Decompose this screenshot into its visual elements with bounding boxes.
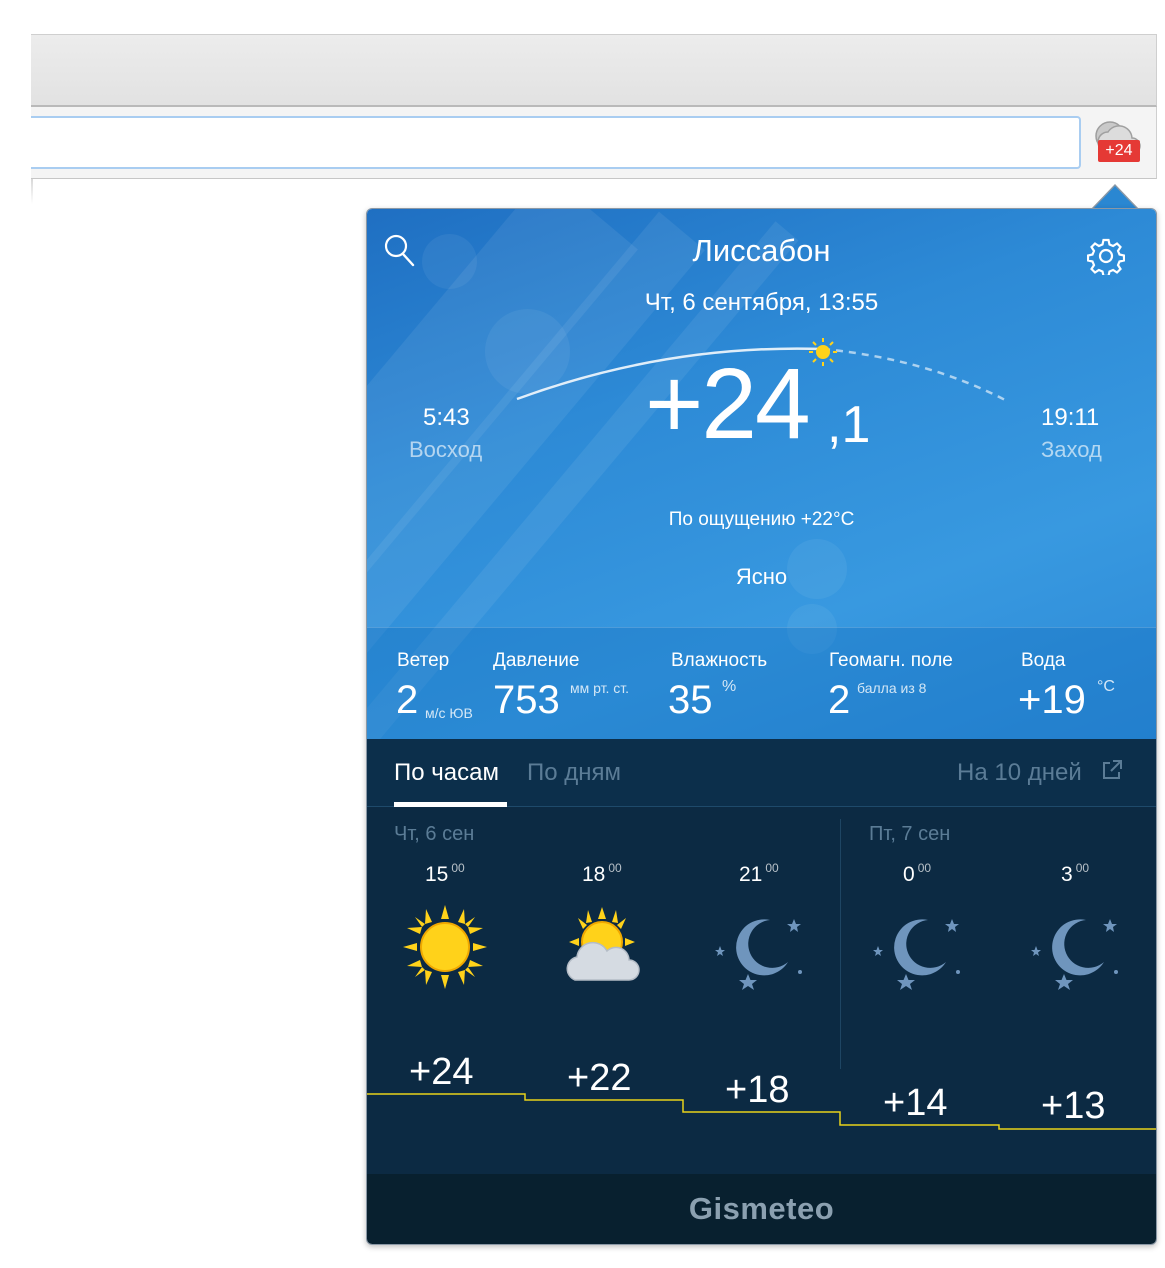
humidity-unit: % [722, 678, 737, 695]
sunrise-time: 5:43 [423, 404, 470, 431]
humidity-value: 35 [668, 678, 713, 722]
temperature-fraction: ,1 [827, 396, 871, 454]
water-value: +19 [1018, 678, 1086, 722]
temperature-line [367, 1093, 1156, 1130]
feels-like: По ощущению +22°C [668, 509, 855, 530]
weather-stats-bar: Ветер 2 м/с ЮВ Давление 753 мм рт. ст. В… [367, 627, 1156, 739]
hour-temperature: +13 [1041, 1085, 1106, 1127]
wind-unit: м/с ЮВ [425, 705, 473, 721]
geomag-value: 2 [828, 678, 851, 722]
hour-temperature: +22 [567, 1057, 632, 1099]
sun-position-icon [809, 338, 837, 366]
forecast-panel: По часам По дням На 10 дней Чт, 6 сен Пт… [367, 739, 1156, 1174]
footer: Gismeteo [367, 1174, 1156, 1244]
pressure-value: 753 [493, 678, 560, 722]
window-edge [31, 179, 33, 204]
pressure-unit: мм рт. ст. [570, 680, 630, 696]
wind-value: 2 [396, 678, 419, 722]
geomag-label: Геомагн. поле [829, 650, 953, 671]
wind-label: Ветер [397, 650, 450, 671]
weather-popup: Лиссабон Чт, 6 сентября, 13:55 5:43 Восх… [366, 208, 1157, 1245]
address-bar[interactable] [31, 116, 1081, 169]
external-link-icon[interactable] [1101, 759, 1123, 781]
tab-daily[interactable]: По дням [527, 759, 621, 787]
browser-tab-strip [31, 34, 1157, 107]
humidity-label: Влажность [671, 650, 768, 671]
sunset-time: 19:11 [1041, 404, 1100, 431]
ten-days-link[interactable]: На 10 дней [957, 759, 1082, 787]
current-temperature: +24 [645, 348, 811, 460]
brand-logo[interactable]: Gismeteo [689, 1191, 834, 1226]
weather-condition: Ясно [735, 564, 788, 589]
geomag-unit: балла из 8 [857, 680, 927, 696]
hour-temperature: +24 [409, 1051, 474, 1093]
sunset-label: Заход [1041, 437, 1102, 462]
tab-hourly[interactable]: По часам [394, 759, 499, 787]
hour-temperature: +18 [725, 1069, 790, 1111]
water-unit: °C [1097, 678, 1115, 695]
popup-pointer [1093, 186, 1137, 209]
hourly-forecast: Чт, 6 сен Пт, 7 сен 15 00 18 00 21 00 0 00 3… [367, 807, 1156, 1174]
current-weather-panel: Лиссабон Чт, 6 сентября, 13:55 5:43 Восх… [367, 209, 1156, 739]
sunrise-label: Восход [409, 437, 483, 462]
pressure-label: Давление [493, 650, 580, 671]
water-label: Вода [1021, 650, 1066, 671]
forecast-tabs: По часам По дням На 10 дней [367, 739, 1156, 807]
hour-temperature: +14 [883, 1082, 948, 1124]
temperature-badge: +24 [1098, 140, 1140, 162]
